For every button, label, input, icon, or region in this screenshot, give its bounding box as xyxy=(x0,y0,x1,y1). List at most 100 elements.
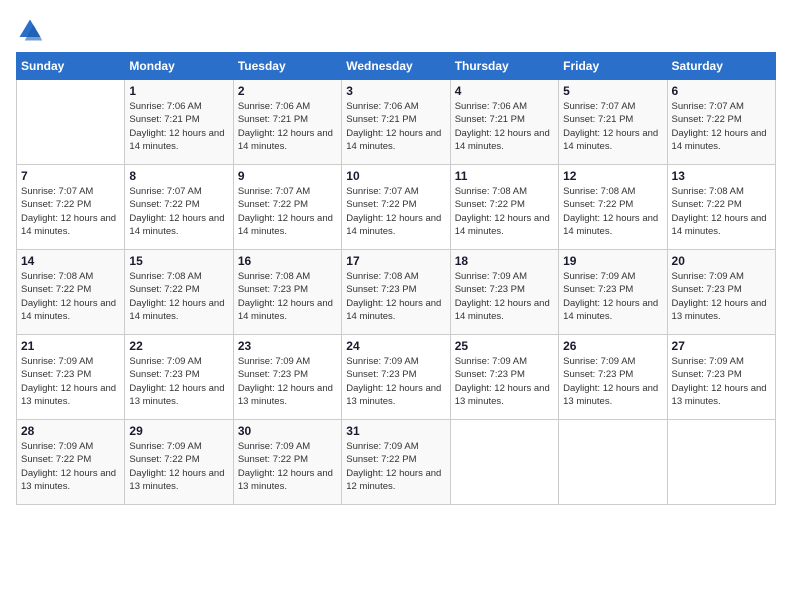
day-info: Sunrise: 7:06 AMSunset: 7:21 PMDaylight:… xyxy=(346,101,441,152)
day-number: 4 xyxy=(455,84,554,98)
week-row-1: 1 Sunrise: 7:06 AMSunset: 7:21 PMDayligh… xyxy=(17,80,776,165)
col-header-saturday: Saturday xyxy=(667,53,775,80)
day-cell xyxy=(450,420,558,505)
day-cell: 30 Sunrise: 7:09 AMSunset: 7:22 PMDaylig… xyxy=(233,420,341,505)
day-info: Sunrise: 7:07 AMSunset: 7:21 PMDaylight:… xyxy=(563,101,658,152)
day-cell: 6 Sunrise: 7:07 AMSunset: 7:22 PMDayligh… xyxy=(667,80,775,165)
day-info: Sunrise: 7:08 AMSunset: 7:22 PMDaylight:… xyxy=(21,271,116,322)
day-number: 24 xyxy=(346,339,445,353)
day-number: 27 xyxy=(672,339,771,353)
day-cell: 1 Sunrise: 7:06 AMSunset: 7:21 PMDayligh… xyxy=(125,80,233,165)
day-info: Sunrise: 7:09 AMSunset: 7:23 PMDaylight:… xyxy=(563,356,658,407)
day-cell: 24 Sunrise: 7:09 AMSunset: 7:23 PMDaylig… xyxy=(342,335,450,420)
day-info: Sunrise: 7:09 AMSunset: 7:22 PMDaylight:… xyxy=(21,441,116,492)
day-number: 14 xyxy=(21,254,120,268)
day-number: 26 xyxy=(563,339,662,353)
day-cell: 28 Sunrise: 7:09 AMSunset: 7:22 PMDaylig… xyxy=(17,420,125,505)
day-info: Sunrise: 7:08 AMSunset: 7:22 PMDaylight:… xyxy=(672,186,767,237)
day-info: Sunrise: 7:09 AMSunset: 7:22 PMDaylight:… xyxy=(346,441,441,492)
day-info: Sunrise: 7:06 AMSunset: 7:21 PMDaylight:… xyxy=(455,101,550,152)
week-row-2: 7 Sunrise: 7:07 AMSunset: 7:22 PMDayligh… xyxy=(17,165,776,250)
day-cell: 9 Sunrise: 7:07 AMSunset: 7:22 PMDayligh… xyxy=(233,165,341,250)
day-cell: 15 Sunrise: 7:08 AMSunset: 7:22 PMDaylig… xyxy=(125,250,233,335)
day-number: 9 xyxy=(238,169,337,183)
day-cell: 26 Sunrise: 7:09 AMSunset: 7:23 PMDaylig… xyxy=(559,335,667,420)
col-header-friday: Friday xyxy=(559,53,667,80)
week-row-5: 28 Sunrise: 7:09 AMSunset: 7:22 PMDaylig… xyxy=(17,420,776,505)
day-info: Sunrise: 7:09 AMSunset: 7:23 PMDaylight:… xyxy=(346,356,441,407)
day-number: 7 xyxy=(21,169,120,183)
day-cell: 11 Sunrise: 7:08 AMSunset: 7:22 PMDaylig… xyxy=(450,165,558,250)
day-number: 18 xyxy=(455,254,554,268)
day-number: 12 xyxy=(563,169,662,183)
day-cell: 18 Sunrise: 7:09 AMSunset: 7:23 PMDaylig… xyxy=(450,250,558,335)
day-info: Sunrise: 7:09 AMSunset: 7:22 PMDaylight:… xyxy=(238,441,333,492)
day-number: 5 xyxy=(563,84,662,98)
day-cell: 22 Sunrise: 7:09 AMSunset: 7:23 PMDaylig… xyxy=(125,335,233,420)
col-header-tuesday: Tuesday xyxy=(233,53,341,80)
day-cell: 25 Sunrise: 7:09 AMSunset: 7:23 PMDaylig… xyxy=(450,335,558,420)
day-number: 17 xyxy=(346,254,445,268)
day-number: 31 xyxy=(346,424,445,438)
day-cell: 13 Sunrise: 7:08 AMSunset: 7:22 PMDaylig… xyxy=(667,165,775,250)
day-info: Sunrise: 7:07 AMSunset: 7:22 PMDaylight:… xyxy=(21,186,116,237)
day-cell xyxy=(17,80,125,165)
day-info: Sunrise: 7:08 AMSunset: 7:23 PMDaylight:… xyxy=(238,271,333,322)
day-info: Sunrise: 7:07 AMSunset: 7:22 PMDaylight:… xyxy=(129,186,224,237)
day-number: 2 xyxy=(238,84,337,98)
day-cell xyxy=(559,420,667,505)
day-cell: 3 Sunrise: 7:06 AMSunset: 7:21 PMDayligh… xyxy=(342,80,450,165)
day-info: Sunrise: 7:09 AMSunset: 7:22 PMDaylight:… xyxy=(129,441,224,492)
day-info: Sunrise: 7:08 AMSunset: 7:22 PMDaylight:… xyxy=(563,186,658,237)
day-number: 30 xyxy=(238,424,337,438)
logo xyxy=(16,16,48,44)
week-row-4: 21 Sunrise: 7:09 AMSunset: 7:23 PMDaylig… xyxy=(17,335,776,420)
day-number: 23 xyxy=(238,339,337,353)
day-number: 19 xyxy=(563,254,662,268)
day-number: 21 xyxy=(21,339,120,353)
day-info: Sunrise: 7:08 AMSunset: 7:23 PMDaylight:… xyxy=(346,271,441,322)
day-number: 29 xyxy=(129,424,228,438)
day-info: Sunrise: 7:06 AMSunset: 7:21 PMDaylight:… xyxy=(129,101,224,152)
col-header-monday: Monday xyxy=(125,53,233,80)
day-info: Sunrise: 7:09 AMSunset: 7:23 PMDaylight:… xyxy=(672,271,767,322)
calendar-table: SundayMondayTuesdayWednesdayThursdayFrid… xyxy=(16,52,776,505)
day-info: Sunrise: 7:08 AMSunset: 7:22 PMDaylight:… xyxy=(455,186,550,237)
day-number: 8 xyxy=(129,169,228,183)
day-cell: 20 Sunrise: 7:09 AMSunset: 7:23 PMDaylig… xyxy=(667,250,775,335)
col-header-sunday: Sunday xyxy=(17,53,125,80)
day-cell: 16 Sunrise: 7:08 AMSunset: 7:23 PMDaylig… xyxy=(233,250,341,335)
day-number: 25 xyxy=(455,339,554,353)
day-number: 15 xyxy=(129,254,228,268)
day-number: 11 xyxy=(455,169,554,183)
day-cell: 8 Sunrise: 7:07 AMSunset: 7:22 PMDayligh… xyxy=(125,165,233,250)
day-info: Sunrise: 7:09 AMSunset: 7:23 PMDaylight:… xyxy=(21,356,116,407)
day-number: 22 xyxy=(129,339,228,353)
day-cell: 7 Sunrise: 7:07 AMSunset: 7:22 PMDayligh… xyxy=(17,165,125,250)
calendar-header-row: SundayMondayTuesdayWednesdayThursdayFrid… xyxy=(17,53,776,80)
week-row-3: 14 Sunrise: 7:08 AMSunset: 7:22 PMDaylig… xyxy=(17,250,776,335)
day-cell: 2 Sunrise: 7:06 AMSunset: 7:21 PMDayligh… xyxy=(233,80,341,165)
day-cell: 10 Sunrise: 7:07 AMSunset: 7:22 PMDaylig… xyxy=(342,165,450,250)
day-cell: 27 Sunrise: 7:09 AMSunset: 7:23 PMDaylig… xyxy=(667,335,775,420)
day-cell: 14 Sunrise: 7:08 AMSunset: 7:22 PMDaylig… xyxy=(17,250,125,335)
day-info: Sunrise: 7:09 AMSunset: 7:23 PMDaylight:… xyxy=(455,356,550,407)
day-cell: 31 Sunrise: 7:09 AMSunset: 7:22 PMDaylig… xyxy=(342,420,450,505)
col-header-thursday: Thursday xyxy=(450,53,558,80)
day-cell: 19 Sunrise: 7:09 AMSunset: 7:23 PMDaylig… xyxy=(559,250,667,335)
day-cell: 5 Sunrise: 7:07 AMSunset: 7:21 PMDayligh… xyxy=(559,80,667,165)
day-number: 28 xyxy=(21,424,120,438)
day-cell: 23 Sunrise: 7:09 AMSunset: 7:23 PMDaylig… xyxy=(233,335,341,420)
day-info: Sunrise: 7:09 AMSunset: 7:23 PMDaylight:… xyxy=(455,271,550,322)
day-cell: 17 Sunrise: 7:08 AMSunset: 7:23 PMDaylig… xyxy=(342,250,450,335)
day-info: Sunrise: 7:09 AMSunset: 7:23 PMDaylight:… xyxy=(238,356,333,407)
day-number: 1 xyxy=(129,84,228,98)
day-number: 20 xyxy=(672,254,771,268)
day-number: 16 xyxy=(238,254,337,268)
header xyxy=(16,16,776,44)
day-info: Sunrise: 7:09 AMSunset: 7:23 PMDaylight:… xyxy=(129,356,224,407)
day-cell: 21 Sunrise: 7:09 AMSunset: 7:23 PMDaylig… xyxy=(17,335,125,420)
day-info: Sunrise: 7:09 AMSunset: 7:23 PMDaylight:… xyxy=(672,356,767,407)
day-cell xyxy=(667,420,775,505)
day-info: Sunrise: 7:06 AMSunset: 7:21 PMDaylight:… xyxy=(238,101,333,152)
